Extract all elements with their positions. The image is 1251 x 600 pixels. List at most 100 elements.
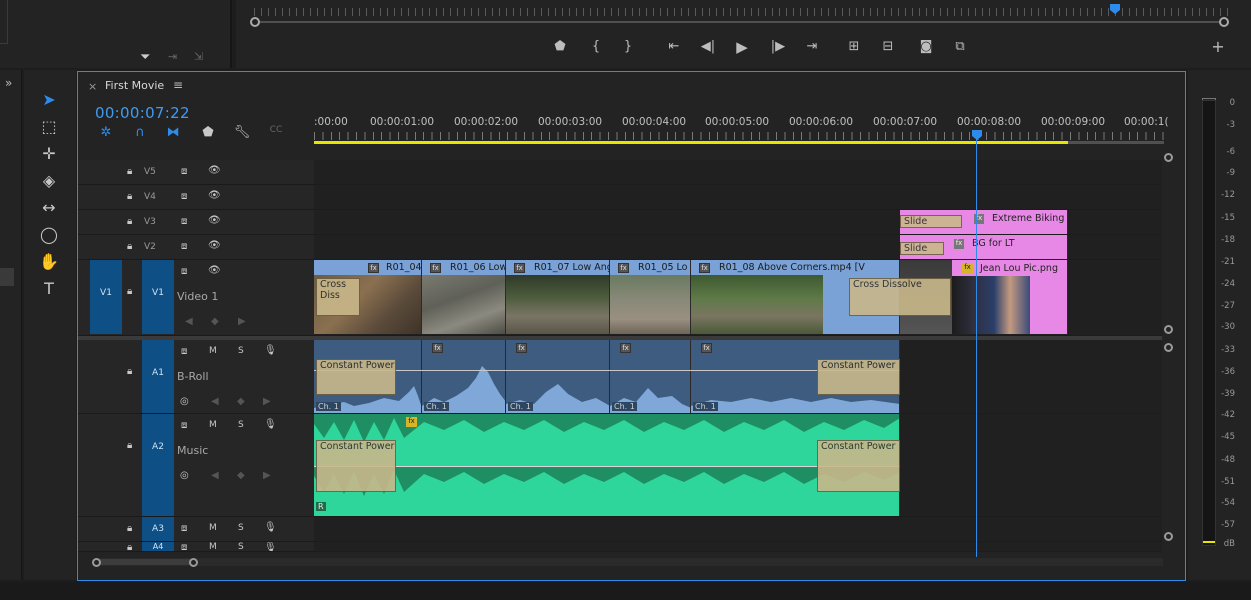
- zoom-left-handle[interactable]: [92, 558, 101, 567]
- mute-button[interactable]: M: [209, 346, 217, 356]
- prev-keyframe-icon[interactable]: ◀: [211, 470, 219, 481]
- snap-icon[interactable]: ∩: [131, 125, 149, 141]
- lock-icon[interactable]: 🔒︎: [127, 216, 132, 227]
- lock-icon[interactable]: 🔒︎: [127, 286, 132, 297]
- sequence-tab-title[interactable]: First Movie: [105, 79, 164, 92]
- zoom-scrollbar-thumb[interactable]: [97, 559, 195, 565]
- go-to-in-button[interactable]: ⇤: [664, 38, 684, 56]
- source-patch-v1[interactable]: V1: [90, 260, 122, 334]
- solo-button[interactable]: S: [238, 420, 244, 430]
- sync-lock-icon[interactable]: ⧈: [181, 523, 187, 534]
- selection-tool-icon[interactable]: ➤: [36, 88, 62, 112]
- track-target-v1[interactable]: V1: [142, 260, 174, 334]
- microphone-icon[interactable]: 🎙︎: [264, 522, 277, 533]
- program-scrubber[interactable]: [254, 21, 1229, 23]
- add-marker-button[interactable]: ⬟: [550, 38, 570, 56]
- next-keyframe-icon[interactable]: ▶: [263, 396, 271, 407]
- ripple-edit-tool-icon[interactable]: ✛: [36, 142, 62, 166]
- volume-line[interactable]: [314, 466, 900, 467]
- sync-lock-icon[interactable]: ⧈: [181, 191, 187, 202]
- eye-icon[interactable]: 👁︎: [208, 190, 221, 201]
- keyframe-icon[interactable]: ◆: [237, 470, 245, 481]
- clip-r01-07[interactable]: fx R01_07 Low Angl: [506, 260, 610, 334]
- mute-button[interactable]: M: [209, 542, 217, 551]
- eye-icon[interactable]: 👁︎: [208, 240, 221, 251]
- time-ruler[interactable]: :00:00 00:00:01:00 00:00:02:00 00:00:03:…: [314, 110, 1169, 142]
- timeline-zoom-scrollbar[interactable]: [93, 558, 1163, 566]
- work-area-bar[interactable]: [314, 141, 1068, 144]
- track-target-a3[interactable]: A3: [142, 517, 174, 541]
- add-marker-icon[interactable]: ⬟: [199, 125, 217, 141]
- close-tab-icon[interactable]: ×: [88, 80, 97, 93]
- audio-clip-a1[interactable]: fx Ch. 1: [506, 340, 610, 413]
- eye-icon[interactable]: 👁︎: [208, 165, 221, 176]
- transition-constant-power[interactable]: Constant Power: [817, 440, 900, 492]
- clip-extreme-biking[interactable]: fx Extreme Biking Slide: [900, 210, 1068, 234]
- video-scroll-bottom-handle[interactable]: [1164, 325, 1173, 334]
- nest-icon[interactable]: ✲: [97, 125, 115, 141]
- razor-tool-icon[interactable]: ◈: [36, 169, 62, 193]
- scrub-end-handle[interactable]: [1219, 17, 1229, 27]
- lane-v5[interactable]: [314, 160, 1162, 185]
- export-frame-button[interactable]: ◙: [916, 38, 936, 56]
- eye-icon[interactable]: 👁︎: [208, 215, 221, 226]
- keyframe-icon[interactable]: ◆: [237, 396, 245, 407]
- mute-button[interactable]: M: [209, 420, 217, 430]
- track-target-a1[interactable]: A1: [142, 340, 174, 413]
- lane-v3[interactable]: fx Extreme Biking Slide: [314, 210, 1162, 235]
- zoom-right-handle[interactable]: [189, 558, 198, 567]
- extract-button[interactable]: ⊟: [878, 38, 898, 56]
- transition-constant-power[interactable]: Constant Power: [316, 440, 396, 492]
- microphone-icon[interactable]: 🎙︎: [264, 542, 277, 551]
- lane-v2[interactable]: fx BG for LT Slide: [314, 235, 1162, 260]
- step-back-button[interactable]: ◀|: [698, 38, 718, 56]
- solo-button[interactable]: S: [238, 542, 244, 551]
- clip-r01-06[interactable]: fx R01_06 Low: [422, 260, 506, 334]
- expand-panels-icon[interactable]: »: [5, 76, 12, 90]
- panel-menu-icon[interactable]: ≡: [173, 78, 183, 92]
- clip-bg-for-lt[interactable]: fx BG for LT Slide: [900, 235, 1068, 259]
- panel-tab[interactable]: [0, 268, 14, 286]
- transition-constant-power[interactable]: Constant Power: [316, 359, 396, 395]
- sync-lock-icon[interactable]: ⧈: [181, 166, 187, 177]
- add-button[interactable]: +: [1208, 38, 1228, 56]
- lock-icon[interactable]: 🔒︎: [127, 542, 132, 551]
- audio-clip-music[interactable]: fx R: [314, 414, 900, 516]
- sync-lock-icon[interactable]: ⧈: [181, 266, 187, 277]
- track-target-a4[interactable]: A4: [142, 542, 174, 551]
- prev-keyframe-icon[interactable]: ◀: [211, 396, 219, 407]
- microphone-icon[interactable]: 🎙︎: [264, 345, 277, 356]
- next-keyframe-icon[interactable]: ▶: [263, 470, 271, 481]
- solo-button[interactable]: S: [238, 523, 244, 533]
- captions-icon[interactable]: CC: [267, 125, 285, 141]
- lane-a3[interactable]: [314, 517, 1162, 542]
- lock-icon[interactable]: 🔒︎: [127, 366, 132, 377]
- solo-button[interactable]: S: [238, 346, 244, 356]
- next-keyframe-icon[interactable]: ▶: [238, 316, 246, 327]
- step-forward-button[interactable]: |▶: [768, 38, 788, 56]
- eye-icon[interactable]: 👁︎: [208, 265, 221, 276]
- lock-icon[interactable]: 🔒︎: [127, 191, 132, 202]
- mute-button[interactable]: M: [209, 523, 217, 533]
- lift-button[interactable]: ⊞: [844, 38, 864, 56]
- transition-slide[interactable]: Slide: [900, 215, 962, 228]
- audio-scroll-bottom-handle[interactable]: [1164, 532, 1173, 541]
- sync-lock-icon[interactable]: ⧈: [181, 216, 187, 227]
- transition-constant-power[interactable]: Constant Power: [817, 359, 900, 395]
- volume-keyframe-icon[interactable]: ◎: [180, 396, 189, 407]
- settings-wrench-icon[interactable]: 🔧︎: [233, 125, 251, 141]
- hand-tool-icon[interactable]: ✋: [36, 250, 62, 274]
- pen-tool-icon[interactable]: ◯: [36, 223, 62, 247]
- transition-slide[interactable]: Slide: [900, 242, 944, 255]
- transition-cross-dissolve[interactable]: Cross Dissolve: [849, 278, 951, 316]
- type-tool-icon[interactable]: T: [36, 277, 62, 301]
- lane-a2[interactable]: fx R Constant Power Constant Power: [314, 414, 1162, 517]
- mark-out-button[interactable]: }: [618, 38, 638, 56]
- video-scroll-top-handle[interactable]: [1164, 153, 1173, 162]
- volume-line[interactable]: [314, 370, 900, 371]
- microphone-icon[interactable]: 🎙︎: [264, 419, 277, 430]
- linked-selection-icon[interactable]: ⧓: [164, 125, 182, 141]
- sync-lock-icon[interactable]: ⧈: [181, 241, 187, 252]
- slip-tool-icon[interactable]: ↔: [36, 196, 62, 220]
- sync-lock-icon[interactable]: ⧈: [181, 346, 187, 357]
